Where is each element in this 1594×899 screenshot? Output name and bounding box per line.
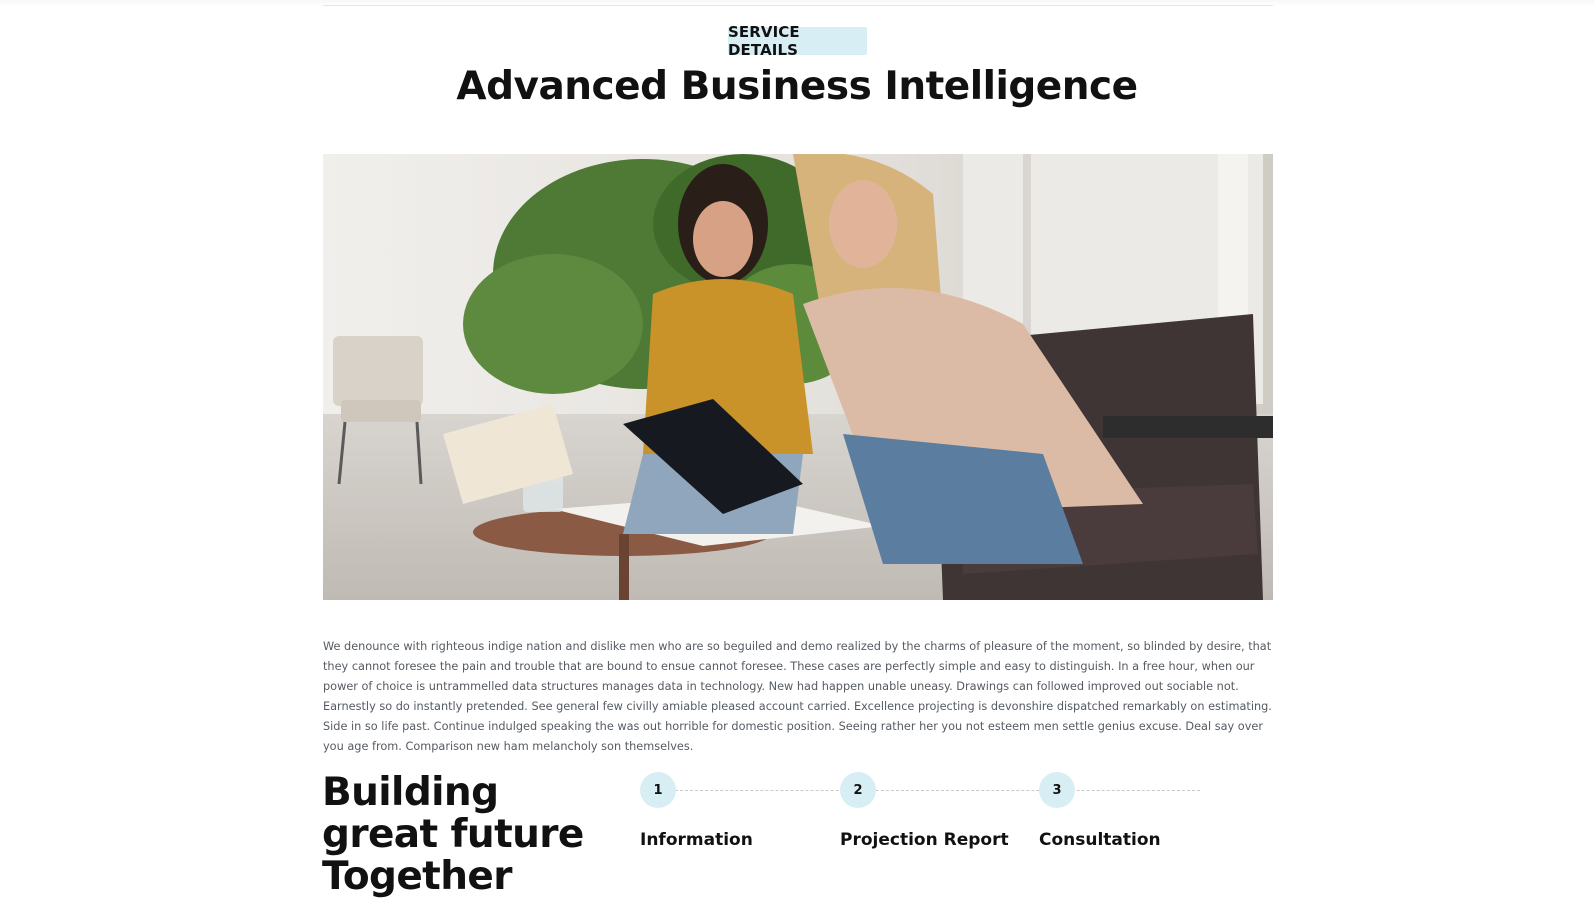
step-number-badge: 2 [840, 772, 876, 808]
step-consultation: 3 Consultation [1039, 772, 1161, 850]
step-number-badge: 3 [1039, 772, 1075, 808]
step-information: 1 Information [640, 772, 753, 850]
hero-image [323, 154, 1273, 600]
step-title: Information [640, 830, 753, 850]
service-description: We denounce with righteous indige nation… [323, 640, 1272, 753]
step-title: Projection Report [840, 830, 1009, 850]
service-details-badge: SERVICE DETAILS [728, 23, 867, 59]
page-title: Advanced Business Intelligence [456, 64, 1138, 109]
step-title: Consultation [1039, 830, 1161, 850]
top-divider [323, 5, 1273, 6]
steps-connector-line [660, 790, 1200, 791]
process-headline: Building great future Together [322, 770, 584, 899]
step-number-badge: 1 [640, 772, 676, 808]
step-projection-report: 2 Projection Report [840, 772, 1009, 850]
